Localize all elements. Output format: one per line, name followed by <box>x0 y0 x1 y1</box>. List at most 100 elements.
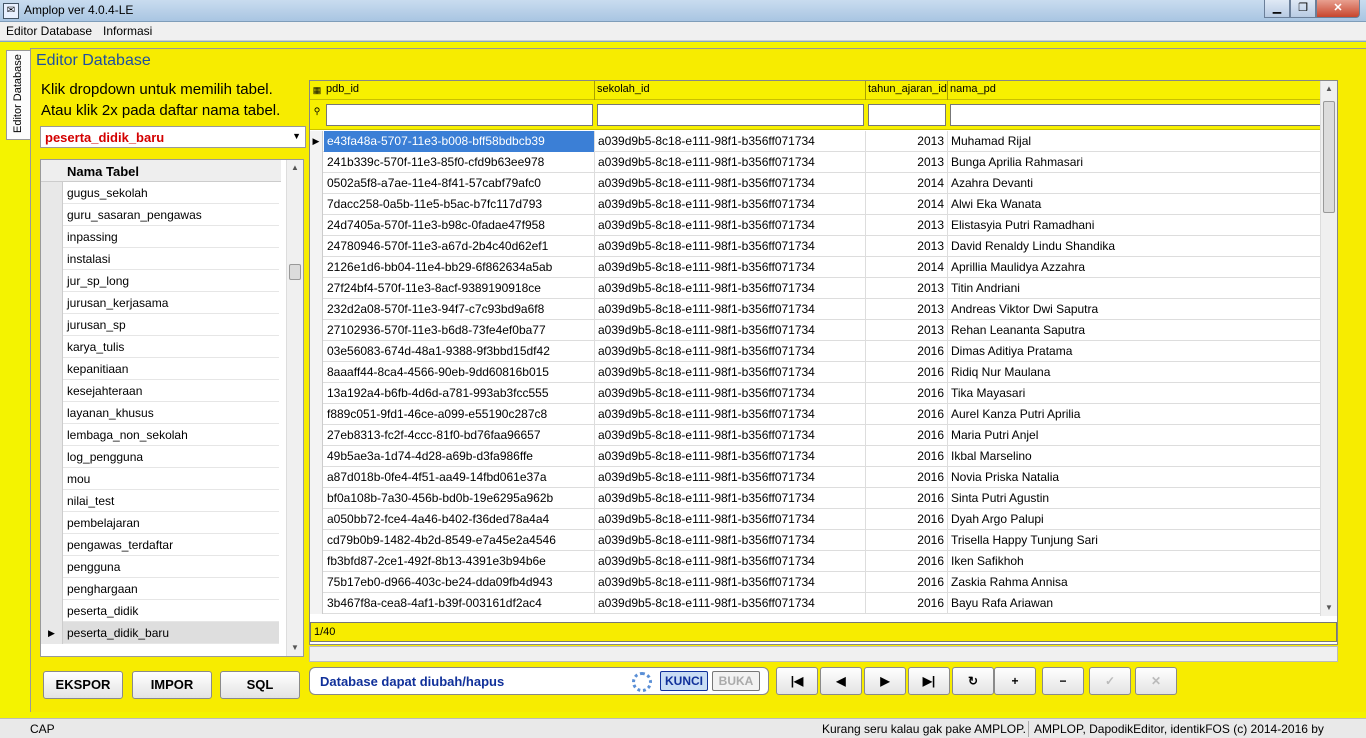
table-row[interactable]: 0502a5f8-a7ae-11e4-8f41-57cabf79afc0 a039… <box>310 173 1321 194</box>
table-cell[interactable]: 232d2a08-570f-11e3-94f7-c7c93bd9a6f8 <box>324 299 595 320</box>
first-record-button[interactable]: |◀ <box>776 667 818 695</box>
table-cell[interactable]: Zaskia Rahma Annisa <box>948 572 1337 593</box>
table-row[interactable]: 232d2a08-570f-11e3-94f7-c7c93bd9a6f8 a039… <box>310 299 1321 320</box>
table-cell[interactable]: Bunga Aprilia Rahmasari <box>948 152 1337 173</box>
lock-button[interactable]: KUNCI <box>660 671 708 691</box>
column-header-sekolah-id[interactable]: sekolah_id <box>595 81 866 100</box>
cancel-edit-button[interactable]: ✕ <box>1135 667 1177 695</box>
table-cell[interactable]: a039d9b5-8c18-e111-98f1-b356ff071734 <box>595 530 866 551</box>
table-row[interactable]: ▶ e43fa48a-5707-11e3-b008-bff58bdbcb39 a03… <box>310 131 1321 152</box>
table-cell[interactable]: 2013 <box>866 299 948 320</box>
refresh-button[interactable]: ↻ <box>952 667 994 695</box>
table-cell[interactable]: f889c051-9fd1-46ce-a099-e55190c287c8 <box>324 404 595 425</box>
table-cell[interactable]: 2014 <box>866 194 948 215</box>
table-cell[interactable]: Iken Safikhoh <box>948 551 1337 572</box>
table-row[interactable]: 27f24bf4-570f-11e3-8acf-9389190918ce a039… <box>310 278 1321 299</box>
minimize-button[interactable]: ▁ <box>1264 0 1290 18</box>
table-cell[interactable]: a039d9b5-8c18-e111-98f1-b356ff071734 <box>595 488 866 509</box>
table-cell[interactable]: a050bb72-fce4-4a46-b402-f36ded78a4a4 <box>324 509 595 530</box>
table-cell[interactable]: Muhamad Rijal <box>948 131 1337 152</box>
table-cell[interactable]: 0502a5f8-a7ae-11e4-8f41-57cabf79afc0 <box>324 173 595 194</box>
table-cell[interactable]: a039d9b5-8c18-e111-98f1-b356ff071734 <box>595 446 866 467</box>
table-list-item[interactable]: penghargaan <box>41 578 279 600</box>
table-cell[interactable]: Andreas Viktor Dwi Saputra <box>948 299 1337 320</box>
table-cell[interactable]: a039d9b5-8c18-e111-98f1-b356ff071734 <box>595 299 866 320</box>
table-cell[interactable]: a039d9b5-8c18-e111-98f1-b356ff071734 <box>595 152 866 173</box>
table-cell[interactable]: Maria Putri Anjel <box>948 425 1337 446</box>
table-list-item[interactable]: jurusan_sp <box>41 314 279 336</box>
table-list-item[interactable]: jur_sp_long <box>41 270 279 292</box>
table-row[interactable]: 27102936-570f-11e3-b6d8-73fe4ef0ba77 a039… <box>310 320 1321 341</box>
table-cell[interactable]: cd79b0b9-1482-4b2d-8549-e7a45e2a4546 <box>324 530 595 551</box>
table-cell[interactable]: 2016 <box>866 509 948 530</box>
table-cell[interactable]: Elistasyia Putri Ramadhani <box>948 215 1337 236</box>
table-list-scrollbar[interactable]: ▲ ▼ <box>286 160 303 656</box>
table-cell[interactable]: a039d9b5-8c18-e111-98f1-b356ff071734 <box>595 341 866 362</box>
table-cell[interactable]: a039d9b5-8c18-e111-98f1-b356ff071734 <box>595 593 866 614</box>
table-list-item[interactable]: jurusan_kerjasama <box>41 292 279 314</box>
table-list-item[interactable]: kesejahteraan <box>41 380 279 402</box>
table-list-item[interactable]: mou <box>41 468 279 490</box>
table-cell[interactable]: Bayu Rafa Ariawan <box>948 593 1337 614</box>
column-header-pdb-id[interactable]: pdb_id <box>324 81 595 100</box>
tab-editor-database[interactable]: Editor Database <box>6 50 30 140</box>
table-list-header[interactable]: Nama Tabel <box>41 160 281 182</box>
table-cell[interactable]: a039d9b5-8c18-e111-98f1-b356ff071734 <box>595 509 866 530</box>
table-list-item[interactable]: guru_sasaran_pengawas <box>41 204 279 226</box>
table-cell[interactable]: 8aaaff44-8ca4-4566-90eb-9dd60816b015 <box>324 362 595 383</box>
table-name-list[interactable]: Nama Tabel gugus_sekolah guru_sasaran_pen… <box>40 159 304 657</box>
maximize-button[interactable]: ❐ <box>1290 0 1316 18</box>
table-cell[interactable]: Aurel Kanza Putri Aprilia <box>948 404 1337 425</box>
table-cell[interactable]: Rehan Leananta Saputra <box>948 320 1337 341</box>
table-cell[interactable]: Ikbal Marselino <box>948 446 1337 467</box>
table-cell[interactable]: Tika Mayasari <box>948 383 1337 404</box>
table-cell[interactable]: a039d9b5-8c18-e111-98f1-b356ff071734 <box>595 320 866 341</box>
table-cell[interactable]: 7dacc258-0a5b-11e5-b5ac-b7fc117d793 <box>324 194 595 215</box>
menu-editor-database[interactable]: Editor Database <box>6 24 92 38</box>
scroll-down-icon[interactable]: ▼ <box>287 640 303 656</box>
table-row[interactable]: cd79b0b9-1482-4b2d-8549-e7a45e2a4546 a039… <box>310 530 1321 551</box>
confirm-button[interactable]: ✓ <box>1089 667 1131 695</box>
table-cell[interactable]: Alwi Eka Wanata <box>948 194 1337 215</box>
table-cell[interactable]: Novia Priska Natalia <box>948 467 1337 488</box>
table-row[interactable]: a050bb72-fce4-4a46-b402-f36ded78a4a4 a039… <box>310 509 1321 530</box>
table-cell[interactable]: 2016 <box>866 383 948 404</box>
data-grid[interactable]: ▦ pdb_id sekolah_id tahun_ajaran_id nama_pd … <box>309 80 1338 645</box>
table-cell[interactable]: 2013 <box>866 278 948 299</box>
table-row[interactable]: 7dacc258-0a5b-11e5-b5ac-b7fc117d793 a039d… <box>310 194 1321 215</box>
table-row[interactable]: 75b17eb0-d966-403c-be24-dda09fb4d943 a039… <box>310 572 1321 593</box>
table-list-item[interactable]: inpassing <box>41 226 279 248</box>
next-record-button[interactable]: ▶ <box>864 667 906 695</box>
table-row[interactable]: fb3bfd87-2ce1-492f-8b13-4391e3b94b6e a039… <box>310 551 1321 572</box>
unlock-button[interactable]: BUKA <box>712 671 760 691</box>
table-cell[interactable]: Trisella Happy Tunjung Sari <box>948 530 1337 551</box>
table-cell[interactable]: 2016 <box>866 530 948 551</box>
table-list-item[interactable]: instalasi <box>41 248 279 270</box>
table-row[interactable]: f889c051-9fd1-46ce-a099-e55190c287c8 a039… <box>310 404 1321 425</box>
table-cell[interactable]: 2016 <box>866 572 948 593</box>
scroll-up-icon[interactable]: ▲ <box>287 160 303 176</box>
table-row[interactable]: 2126e1d6-bb04-11e4-bb29-6f862634a5ab a039… <box>310 257 1321 278</box>
menu-informasi[interactable]: Informasi <box>103 24 152 38</box>
grid-scroll-down-icon[interactable]: ▼ <box>1321 600 1337 616</box>
table-cell[interactable]: 3b467f8a-cea8-4af1-b39f-003161df2ac4 <box>324 593 595 614</box>
table-list-item[interactable]: layanan_khusus <box>41 402 279 424</box>
import-button[interactable]: IMPOR <box>132 671 212 699</box>
table-cell[interactable]: 2013 <box>866 320 948 341</box>
table-cell[interactable]: a039d9b5-8c18-e111-98f1-b356ff071734 <box>595 404 866 425</box>
export-button[interactable]: EKSPOR <box>43 671 123 699</box>
table-cell[interactable]: a87d018b-0fe4-4f51-aa49-14fbd061e37a <box>324 467 595 488</box>
table-cell[interactable]: 2016 <box>866 446 948 467</box>
table-cell[interactable]: 2014 <box>866 257 948 278</box>
table-cell[interactable]: 27f24bf4-570f-11e3-8acf-9389190918ce <box>324 278 595 299</box>
prev-record-button[interactable]: ◀ <box>820 667 862 695</box>
table-cell[interactable]: David Renaldy Lindu Shandika <box>948 236 1337 257</box>
table-cell[interactable]: Ridiq Nur Maulana <box>948 362 1337 383</box>
table-row[interactable]: 8aaaff44-8ca4-4566-90eb-9dd60816b015 a039… <box>310 362 1321 383</box>
table-cell[interactable]: Aprillia Maulidya Azzahra <box>948 257 1337 278</box>
table-row[interactable]: 24d7405a-570f-11e3-b98c-0fadae47f958 a039… <box>310 215 1321 236</box>
table-cell[interactable]: 24780946-570f-11e3-a67d-2b4c40d62ef1 <box>324 236 595 257</box>
table-cell[interactable]: Titin Andriani <box>948 278 1337 299</box>
table-cell[interactable]: 2126e1d6-bb04-11e4-bb29-6f862634a5ab <box>324 257 595 278</box>
table-cell[interactable]: Sinta Putri Agustin <box>948 488 1337 509</box>
